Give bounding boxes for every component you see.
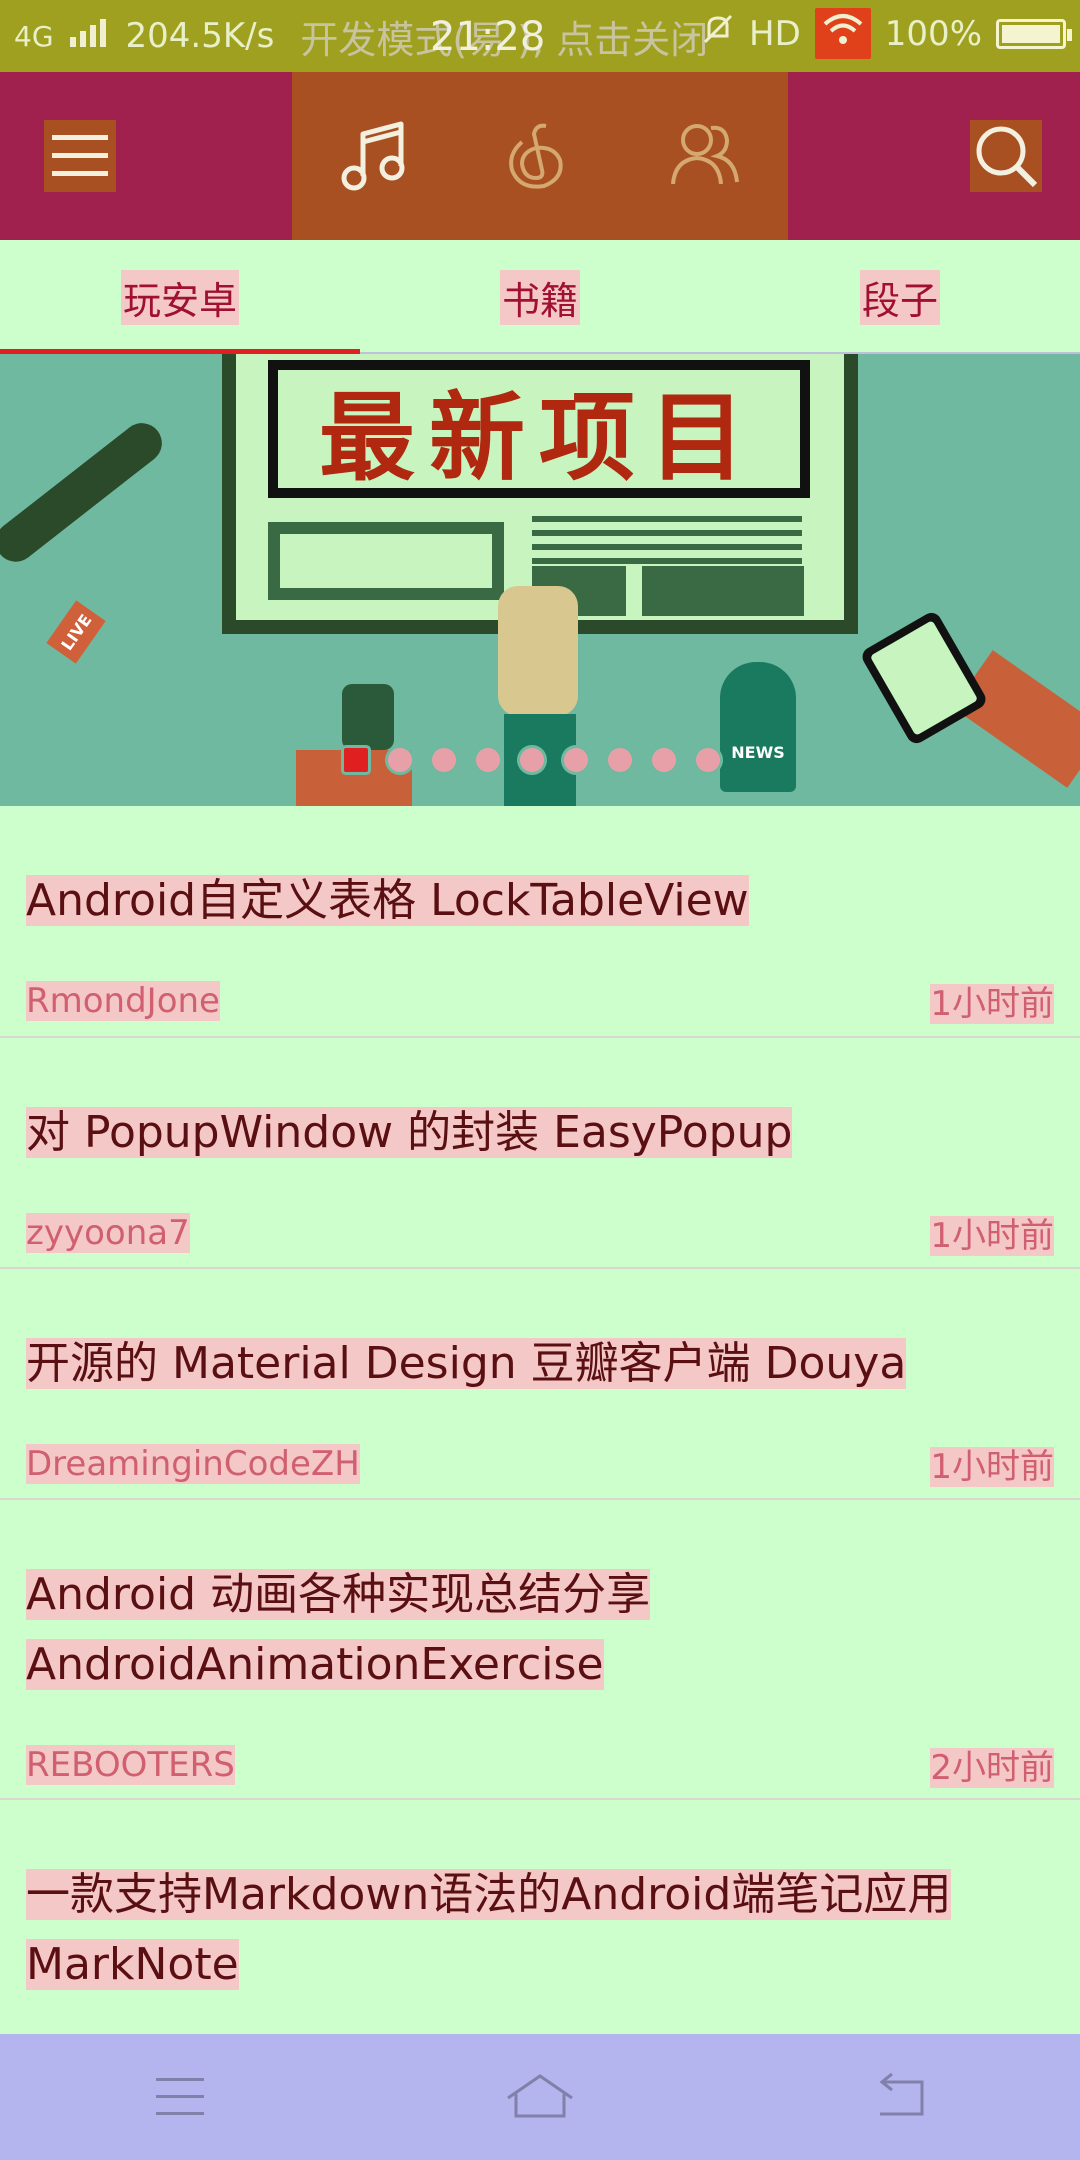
article-time: 1小时前	[930, 1447, 1054, 1487]
search-icon[interactable]	[970, 120, 1042, 192]
article-list: Android自定义表格 LockTableView RmondJone 1小时…	[0, 806, 1080, 2034]
list-item[interactable]: Android 动画各种实现总结分享 AndroidAnimationExerc…	[0, 1500, 1080, 1800]
thumb-illustration	[498, 586, 578, 716]
tab-wan-android[interactable]: 玩安卓	[0, 240, 360, 354]
banner-carousel[interactable]: 最新项目 LIVE NEWS	[0, 354, 1080, 806]
hd-label: HD	[749, 13, 801, 54]
tab-books[interactable]: 书籍	[360, 240, 720, 354]
friends-icon[interactable]	[655, 106, 755, 206]
camera-illustration	[342, 684, 394, 750]
signal-icon	[68, 16, 112, 56]
carousel-dot[interactable]	[520, 748, 544, 772]
carousel-dot[interactable]	[388, 748, 412, 772]
category-tabs: 玩安卓 书籍 段子	[0, 240, 1080, 354]
newspaper-block	[642, 566, 804, 616]
back-icon[interactable]	[860, 2057, 940, 2137]
music-icon[interactable]	[325, 106, 425, 206]
article-title: 一款支持Markdown语法的Android端笔记应用 MarkNote	[26, 1869, 952, 1990]
boom-mic-illustration	[0, 415, 170, 570]
article-title: Android自定义表格 LockTableView	[26, 875, 749, 926]
battery-percent: 100%	[884, 13, 982, 54]
article-title: 对 PopupWindow 的封装 EasyPopup	[26, 1107, 793, 1158]
network-type: 4G	[14, 19, 54, 53]
battery-icon	[996, 18, 1072, 49]
live-tag: LIVE	[46, 600, 106, 664]
newspaper-lines	[532, 516, 802, 572]
home-icon[interactable]	[500, 2057, 580, 2137]
status-bar: 4G 204.5K/s 开发模式(易 ), 点击关闭 21:28 HD 100%	[0, 0, 1080, 72]
tab-jokes[interactable]: 段子	[720, 240, 1080, 354]
article-time: 1小时前	[930, 984, 1054, 1024]
carousel-dot[interactable]	[696, 748, 720, 772]
tab-label: 段子	[859, 269, 940, 325]
carousel-indicators	[344, 748, 720, 772]
recent-apps-icon[interactable]	[140, 2057, 220, 2137]
carousel-dot[interactable]	[652, 748, 676, 772]
article-time: 2小时前	[930, 1748, 1054, 1788]
newspaper-block	[268, 522, 504, 600]
clock: 21:28	[430, 14, 546, 60]
article-author: zyyoona7	[26, 1212, 190, 1253]
carousel-dot[interactable]	[608, 748, 632, 772]
tab-label: 书籍	[499, 269, 580, 325]
list-item[interactable]: 一款支持Markdown语法的Android端笔记应用 MarkNote	[0, 1800, 1080, 2034]
phone-illustration	[858, 609, 990, 747]
article-title: Android 动画各种实现总结分享 AndroidAnimationExerc…	[26, 1569, 651, 1690]
article-author: DreaminginCodeZH	[26, 1443, 360, 1484]
list-item[interactable]: 对 PopupWindow 的封装 EasyPopup zyyoona7 1小时…	[0, 1038, 1080, 1269]
network-speed: 204.5K/s	[125, 16, 275, 56]
banner-headline: 最新项目	[319, 380, 759, 494]
list-item[interactable]: Android自定义表格 LockTableView RmondJone 1小时…	[0, 806, 1080, 1038]
news-mic-illustration: NEWS	[720, 662, 796, 792]
carousel-dot[interactable]	[564, 748, 588, 772]
article-time: 1小时前	[930, 1216, 1054, 1256]
list-item[interactable]: 开源的 Material Design 豆瓣客户端 Douya Dreaming…	[0, 1269, 1080, 1500]
carousel-dot[interactable]	[476, 748, 500, 772]
banner-headline-box: 最新项目	[268, 360, 810, 498]
app-bar	[0, 72, 1080, 240]
article-author: REBOOTERS	[26, 1744, 235, 1785]
carousel-dot[interactable]	[344, 748, 368, 772]
mute-icon	[701, 12, 735, 55]
article-author: RmondJone	[26, 980, 220, 1021]
wifi-icon	[814, 8, 871, 59]
menu-icon[interactable]	[44, 120, 116, 192]
arm-illustration	[952, 650, 1080, 788]
tab-label: 玩安卓	[120, 269, 239, 325]
system-nav-bar	[0, 2034, 1080, 2160]
carousel-dot[interactable]	[432, 748, 456, 772]
article-title: 开源的 Material Design 豆瓣客户端 Douya	[26, 1338, 907, 1389]
netease-cloud-icon[interactable]	[490, 106, 590, 206]
